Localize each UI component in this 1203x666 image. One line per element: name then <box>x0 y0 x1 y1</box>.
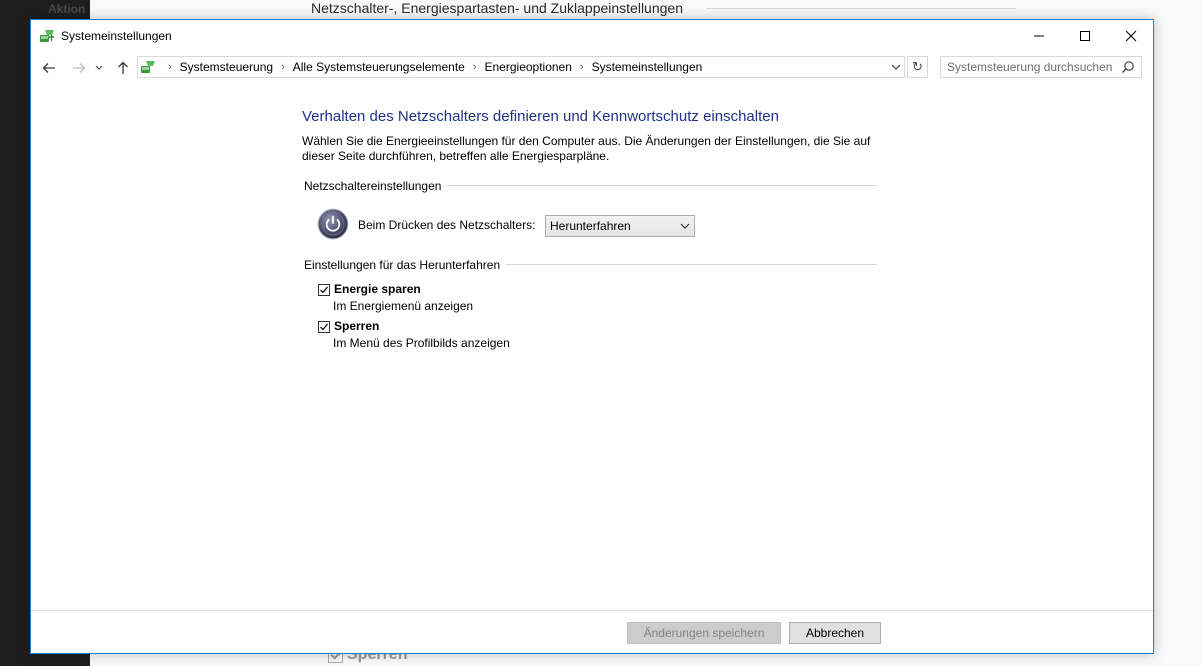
breadcrumb-separator-icon[interactable]: › <box>473 61 477 73</box>
chevron-down-icon <box>95 65 103 70</box>
minimize-button[interactable] <box>1016 20 1062 51</box>
power-button-action-value: Herunterfahren <box>550 219 631 233</box>
arrow-up-icon <box>118 61 128 74</box>
power-button-label: Beim Drücken des Netzschalters: <box>358 218 536 232</box>
close-icon <box>1125 30 1137 41</box>
minimize-icon <box>1034 35 1044 36</box>
address-bar[interactable]: › Systemsteuerung › Alle Systemsteuerung… <box>137 56 905 78</box>
sperren-checkbox[interactable] <box>318 321 330 333</box>
search-icon[interactable] <box>1121 60 1135 74</box>
breadcrumb-separator-icon[interactable]: › <box>281 61 285 73</box>
power-button-icon <box>317 208 349 240</box>
chevron-down-icon <box>891 64 901 70</box>
arrow-left-icon <box>42 63 55 73</box>
power-button-action-select[interactable]: Herunterfahren <box>545 215 695 237</box>
close-button[interactable] <box>1108 20 1154 51</box>
refresh-icon: ↻ <box>912 59 923 74</box>
shutdown-section-title: Einstellungen für das Herunterfahren <box>304 258 507 272</box>
background-title: Netzschalter-, Energiespartasten- und Zu… <box>311 0 683 16</box>
page-description: Wählen Sie die Energieeinstellungen für … <box>302 134 871 163</box>
energie-sparen-description: Im Energiemenü anzeigen <box>333 299 474 313</box>
recent-locations-button[interactable] <box>93 58 105 78</box>
breadcrumb-alle-elemente[interactable]: Alle Systemsteuerungselemente <box>293 60 465 74</box>
breadcrumb-separator-icon[interactable]: › <box>580 61 584 73</box>
up-button[interactable] <box>113 58 133 78</box>
back-button[interactable] <box>39 58 59 78</box>
address-dropdown-button[interactable] <box>888 57 904 77</box>
window-title: Systemeinstellungen <box>61 29 172 43</box>
system-settings-window: Systemeinstellungen › Systemsteuerung › … <box>30 19 1154 654</box>
background-left-label: Aktion <box>48 2 86 16</box>
power-options-location-icon <box>141 61 155 73</box>
breadcrumb-energieoptionen[interactable]: Energieoptionen <box>485 60 572 74</box>
checkmark-icon <box>320 323 328 331</box>
breadcrumb-systemsteuerung[interactable]: Systemsteuerung <box>180 60 273 74</box>
page-title: Verhalten des Netzschalters definieren u… <box>302 108 779 125</box>
checkmark-icon <box>320 286 328 294</box>
footer-divider <box>31 610 1153 611</box>
energie-sparen-label[interactable]: Energie sparen <box>334 282 421 296</box>
arrow-right-icon <box>73 63 86 73</box>
energie-sparen-checkbox[interactable] <box>318 284 330 296</box>
maximize-icon <box>1080 30 1090 41</box>
main-content: Verhalten des Netzschalters definieren u… <box>31 84 1153 610</box>
maximize-button[interactable] <box>1062 20 1108 51</box>
refresh-button[interactable]: ↻ <box>907 56 928 78</box>
power-section-title: Netzschaltereinstellungen <box>304 179 448 193</box>
breadcrumb: › Systemsteuerung › Alle Systemsteuerung… <box>160 57 702 77</box>
search-input[interactable] <box>947 59 1117 75</box>
breadcrumb-separator-icon[interactable]: › <box>168 61 172 73</box>
chevron-down-icon <box>680 223 690 229</box>
save-changes-button[interactable]: Änderungen speichern <box>627 622 781 644</box>
background-title-divider <box>706 8 1016 9</box>
search-box[interactable] <box>940 56 1142 78</box>
sperren-label[interactable]: Sperren <box>334 319 379 333</box>
sperren-description: Im Menü des Profilbilds anzeigen <box>333 336 510 350</box>
forward-button[interactable] <box>69 58 89 78</box>
cancel-button[interactable]: Abbrechen <box>789 622 881 644</box>
navigation-bar: › Systemsteuerung › Alle Systemsteuerung… <box>31 52 1153 84</box>
breadcrumb-systemeinstellungen[interactable]: Systemeinstellungen <box>592 60 703 74</box>
title-bar[interactable]: Systemeinstellungen <box>31 20 1153 52</box>
power-options-app-icon <box>40 30 54 42</box>
